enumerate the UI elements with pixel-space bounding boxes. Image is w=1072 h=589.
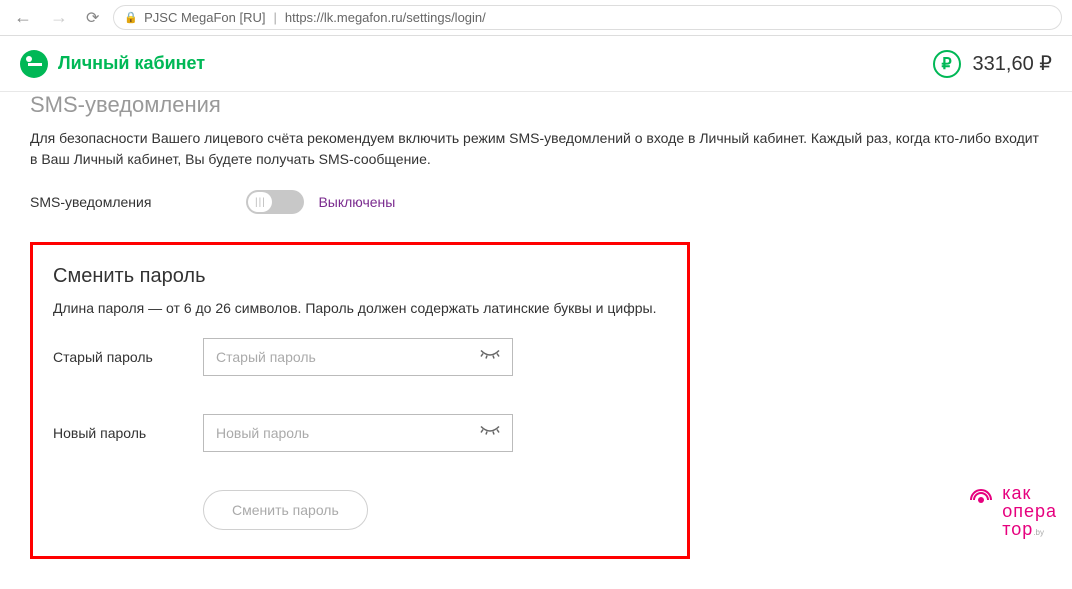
- ruble-icon: ₽: [933, 50, 961, 78]
- page-header: Личный кабинет ₽ 331,60 ₽: [0, 36, 1072, 92]
- back-button[interactable]: ←: [10, 5, 36, 30]
- change-password-title: Сменить пароль: [53, 265, 667, 288]
- sms-toggle-row: SMS-уведомления ||| Выключены: [30, 190, 1042, 214]
- url-text: https://lk.megafon.ru/settings/login/: [285, 10, 486, 25]
- old-password-row: Старый пароль: [53, 338, 667, 376]
- balance-amount: 331,60 ₽: [973, 51, 1052, 76]
- balance[interactable]: ₽ 331,60 ₽: [933, 50, 1052, 78]
- toggle-knob: |||: [248, 192, 272, 212]
- url-separator: |: [273, 10, 276, 25]
- old-password-input[interactable]: [203, 338, 513, 376]
- brand-title: Личный кабинет: [58, 53, 205, 74]
- site-identity: PJSC MegaFon [RU]: [144, 10, 265, 25]
- new-password-input[interactable]: [203, 414, 513, 452]
- sms-toggle-switch[interactable]: |||: [246, 190, 304, 214]
- forward-button[interactable]: →: [46, 5, 72, 30]
- sms-toggle-state: Выключены: [318, 194, 395, 210]
- new-password-row: Новый пароль: [53, 414, 667, 452]
- change-password-button[interactable]: Сменить пароль: [203, 490, 368, 530]
- watermark-icon: [968, 484, 994, 514]
- new-password-label: Новый пароль: [53, 425, 203, 441]
- show-password-icon[interactable]: [479, 424, 501, 443]
- old-password-label: Старый пароль: [53, 349, 203, 365]
- sms-section-desc: Для безопасности Вашего лицевого счёта р…: [30, 128, 1042, 170]
- megafon-logo-icon: [20, 50, 48, 78]
- change-password-section: Сменить пароль Длина пароля — от 6 до 26…: [30, 242, 690, 559]
- reload-button[interactable]: ⟳: [82, 6, 103, 30]
- logo[interactable]: Личный кабинет: [20, 50, 205, 78]
- sms-section-title: SMS-уведомления: [30, 92, 1042, 118]
- watermark-logo: как опера тор.by: [968, 484, 1057, 539]
- sms-toggle-label: SMS-уведомления: [30, 194, 151, 210]
- page-content: SMS-уведомления Для безопасности Вашего …: [0, 92, 1072, 589]
- browser-toolbar: ← → ⟳ 🔒 PJSC MegaFon [RU] | https://lk.m…: [0, 0, 1072, 36]
- address-bar[interactable]: 🔒 PJSC MegaFon [RU] | https://lk.megafon…: [113, 5, 1062, 30]
- lock-icon: 🔒: [124, 11, 138, 24]
- change-password-desc: Длина пароля — от 6 до 26 символов. Паро…: [53, 300, 667, 316]
- watermark-text: как опера тор.by: [1002, 484, 1057, 539]
- show-password-icon[interactable]: [479, 348, 501, 367]
